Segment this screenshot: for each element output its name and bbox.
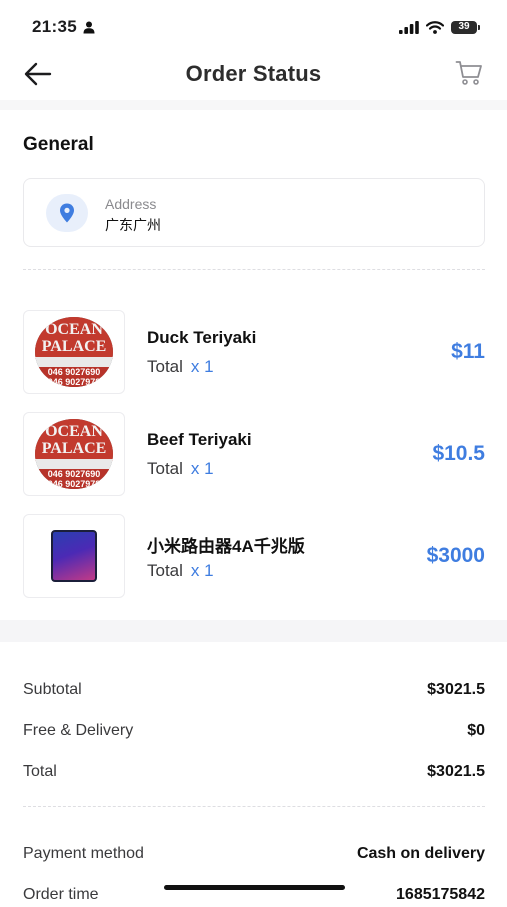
- subtotal-value: $3021.5: [427, 681, 485, 698]
- logo-phone1: 046 9027690: [47, 469, 101, 479]
- battery-icon: 39: [451, 20, 480, 34]
- section-divider: [0, 620, 507, 642]
- header-divider: [0, 100, 507, 110]
- phone-image: [51, 530, 97, 582]
- order-item[interactable]: OCEAN PALACE 046 9027690 046 9027978 Bee…: [23, 412, 485, 498]
- item-thumbnail: [23, 514, 125, 598]
- item-qty-label: Total: [147, 357, 183, 376]
- item-thumbnail: OCEAN PALACE 046 9027690 046 9027978: [23, 310, 125, 394]
- item-thumbnail: OCEAN PALACE 046 9027690 046 9027978: [23, 412, 125, 496]
- page-title: Order Status: [185, 61, 322, 86]
- order-time-label: Order time: [23, 886, 99, 903]
- item-name: 小米路由器4A千兆版: [147, 537, 305, 556]
- logo-phone2: 046 9027978: [47, 479, 101, 489]
- item-quantity: Total x 1: [147, 561, 214, 581]
- delivery-label: Free & Delivery: [23, 722, 134, 739]
- delivery-row: Free & Delivery $0: [23, 719, 485, 743]
- wifi-icon: [426, 20, 444, 34]
- status-right: 39: [399, 20, 480, 34]
- subtotal-label: Subtotal: [23, 681, 82, 698]
- item-price: $11: [451, 340, 485, 363]
- restaurant-logo: OCEAN PALACE 046 9027690 046 9027978: [35, 317, 113, 387]
- logo-phone2: 046 9027978: [47, 377, 101, 387]
- item-qty-value: x 1: [190, 357, 214, 376]
- item-name: Beef Teriyaki: [147, 430, 252, 449]
- item-quantity: Total x 1: [147, 357, 214, 377]
- location-pin-icon: [46, 194, 88, 232]
- signal-icon: [399, 20, 419, 34]
- address-label: Address: [105, 196, 157, 212]
- section-title-general: General: [23, 134, 94, 155]
- home-indicator[interactable]: [164, 885, 345, 890]
- logo-line1: OCEAN: [45, 423, 103, 440]
- total-value: $3021.5: [427, 763, 485, 780]
- status-time: 21:35: [32, 17, 77, 36]
- address-value: 广东广州: [105, 217, 161, 233]
- payment-value: Cash on delivery: [356, 845, 485, 862]
- logo-line2: PALACE: [41, 440, 107, 457]
- item-price: $3000: [426, 544, 485, 567]
- subtotal-row: Subtotal $3021.5: [23, 678, 485, 702]
- total-row: Total $3021.5: [23, 760, 485, 784]
- payment-label: Payment method: [23, 845, 144, 862]
- item-qty-label: Total: [147, 459, 183, 478]
- order-time-value: 1685175842: [396, 886, 485, 903]
- item-price: $10.5: [432, 442, 485, 465]
- item-qty-label: Total: [147, 561, 183, 580]
- item-quantity: Total x 1: [147, 459, 214, 479]
- arrow-left-icon[interactable]: [24, 61, 52, 87]
- item-qty-value: x 1: [190, 459, 214, 478]
- order-item[interactable]: OCEAN PALACE 046 9027690 046 9027978 Duc…: [23, 310, 485, 396]
- logo-phone1: 046 9027690: [47, 367, 101, 377]
- total-label: Total: [23, 763, 57, 780]
- status-left: 21:35: [32, 17, 95, 37]
- cart-icon[interactable]: [455, 59, 483, 87]
- person-icon: [83, 21, 95, 33]
- divider: [23, 806, 485, 807]
- item-qty-value: x 1: [190, 561, 214, 580]
- nav-bar: Order Status: [0, 48, 507, 100]
- divider: [23, 269, 485, 270]
- restaurant-logo: OCEAN PALACE 046 9027690 046 9027978: [35, 419, 113, 489]
- logo-line2: PALACE: [41, 338, 107, 355]
- delivery-value: $0: [467, 722, 485, 739]
- item-name: Duck Teriyaki: [147, 328, 257, 347]
- payment-row: Payment method Cash on delivery: [23, 842, 485, 866]
- order-item[interactable]: 小米路由器4A千兆版 Total x 1 $3000: [23, 514, 485, 600]
- battery-level: 39: [458, 21, 470, 32]
- address-card[interactable]: Address 广东广州: [23, 178, 485, 247]
- logo-line1: OCEAN: [45, 321, 103, 338]
- status-bar: 21:35 39: [0, 0, 507, 54]
